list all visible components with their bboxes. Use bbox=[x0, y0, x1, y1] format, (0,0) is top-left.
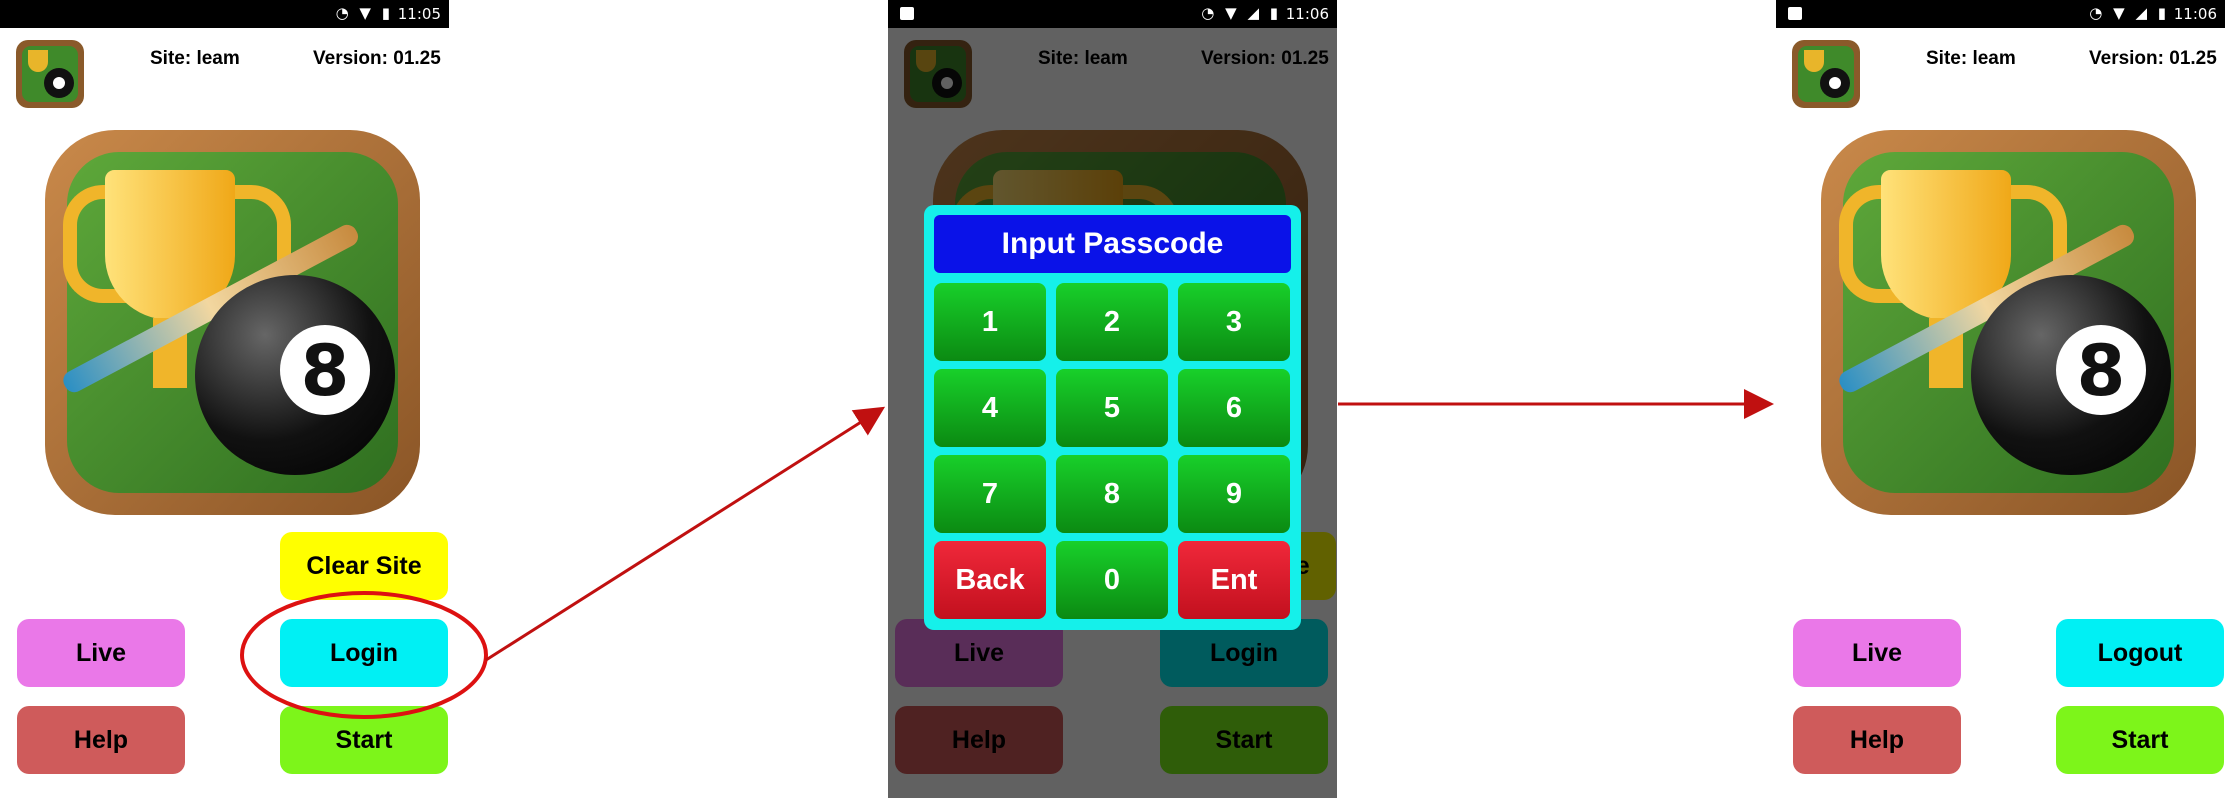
login-highlight-circle bbox=[240, 591, 488, 719]
annotation-layer bbox=[240, 389, 1774, 719]
arrow-login-to-passcode bbox=[485, 406, 886, 662]
